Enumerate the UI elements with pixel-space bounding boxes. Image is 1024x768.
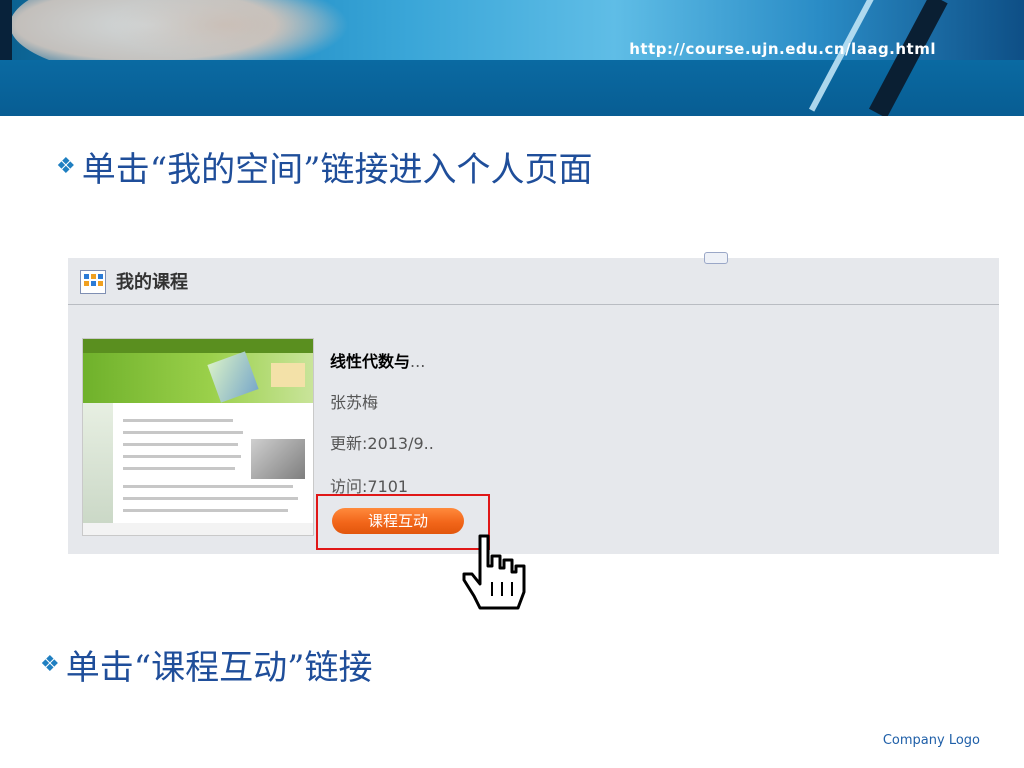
thumbnail-text-line [123, 431, 243, 434]
slide-header-banner: http://course.ujn.edu.cn/laag.html [0, 0, 1024, 116]
bullet-my-space: ❖ 单击“我的空间”链接进入个人页面 [56, 142, 593, 191]
diamond-bullet-icon: ❖ [40, 652, 60, 677]
bullet-text: 单击“课程互动”链接 [65, 648, 373, 688]
thumbnail-text-line [123, 467, 235, 470]
my-courses-header: 我的课程 [68, 258, 999, 305]
header-url-link[interactable]: http://course.ujn.edu.cn/laag.html [629, 40, 936, 58]
bullet-course-interaction: ❖ 单击“课程互动”链接 [40, 640, 373, 689]
hand-cursor-icon [462, 534, 526, 610]
thumbnail-banner [83, 351, 313, 403]
course-teacher: 张苏梅 [330, 393, 379, 412]
thumbnail-banner-image [207, 351, 259, 403]
thumbnail-footer [83, 523, 313, 535]
thumbnail-sidebar [83, 403, 113, 535]
course-name-ellipsis: ... [410, 352, 426, 371]
thumbnail-banner-badge [271, 363, 305, 387]
my-courses-screenshot: 我的课程 线性代数与... 张苏梅 更新:2013/9.. 访问:7101 课程… [68, 252, 999, 554]
bullet-text: 单击“我的空间”链接进入个人页面 [81, 150, 593, 190]
course-name: 线性代数与 [330, 352, 411, 371]
course-grid-icon [80, 270, 106, 294]
thumbnail-text-line [123, 509, 288, 512]
thumbnail-nav-bar [83, 339, 313, 353]
thumbnail-text-line [123, 443, 238, 446]
header-left-edge [0, 0, 12, 60]
course-updated: 更新:2013/9.. [330, 434, 434, 453]
course-interaction-button[interactable]: 课程互动 [332, 508, 464, 534]
thumbnail-text-line [123, 419, 233, 422]
my-courses-title: 我的课程 [116, 272, 188, 293]
company-logo: Company Logo [882, 733, 980, 748]
thumbnail-text-line [123, 497, 298, 500]
course-thumbnail[interactable] [82, 338, 314, 536]
course-name-link[interactable]: 线性代数与... [330, 348, 425, 372]
thumbnail-text-line [123, 485, 293, 488]
thumbnail-photo [251, 439, 305, 479]
diamond-bullet-icon: ❖ [56, 154, 76, 179]
thumbnail-text-line [123, 455, 241, 458]
